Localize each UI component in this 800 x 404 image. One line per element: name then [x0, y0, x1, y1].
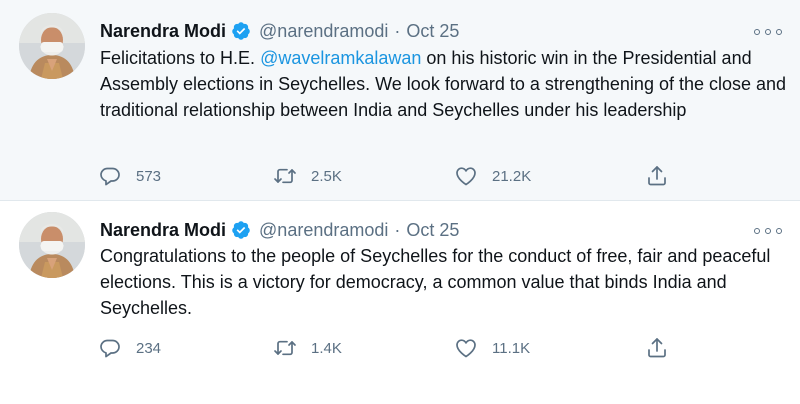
- reply-button[interactable]: 573: [98, 161, 161, 191]
- author-handle[interactable]: @narendramodi: [259, 21, 388, 42]
- tweet-header: Narendra Modi @narendramodi · Oct 25: [100, 218, 459, 242]
- author-handle[interactable]: @narendramodi: [259, 220, 388, 241]
- tweet-actions: 573 2.5K 21.2K: [98, 161, 800, 191]
- reply-button[interactable]: 234: [98, 333, 161, 363]
- share-button[interactable]: [645, 161, 669, 191]
- more-options-icon[interactable]: [754, 221, 782, 241]
- share-icon: [648, 166, 666, 186]
- tweet[interactable]: Narendra Modi @narendramodi · Oct 25 Fel…: [0, 0, 800, 200]
- reply-count: 234: [136, 339, 162, 357]
- verified-badge-icon: [231, 21, 251, 41]
- share-icon: [648, 338, 666, 358]
- tweet-text-part: Felicitations to H.E.: [100, 48, 261, 68]
- author-name[interactable]: Narendra Modi: [100, 220, 226, 241]
- mention-link[interactable]: @wavelramkalawan: [260, 48, 421, 68]
- retweet-button[interactable]: 2.5K: [273, 161, 342, 191]
- share-button[interactable]: [645, 333, 669, 363]
- more-options-icon[interactable]: [754, 22, 782, 42]
- like-count: 21.2K: [492, 167, 532, 185]
- retweet-count: 2.5K: [311, 167, 342, 185]
- reply-icon: [100, 339, 120, 358]
- tweet-text: Felicitations to H.E. @wavelramkalawan o…: [100, 45, 790, 123]
- like-count: 11.1K: [492, 339, 531, 357]
- tweet[interactable]: Narendra Modi @narendramodi · Oct 25 Con…: [0, 201, 800, 404]
- retweet-icon: [274, 340, 296, 356]
- tweet-text: Congratulations to the people of Seychel…: [100, 246, 771, 318]
- separator-dot: ·: [394, 20, 401, 41]
- reply-count: 573: [136, 167, 162, 185]
- reply-icon: [100, 167, 120, 186]
- heart-icon: [456, 339, 476, 358]
- retweet-count: 1.4K: [311, 339, 342, 357]
- separator-dot: ·: [394, 219, 401, 240]
- like-button[interactable]: 11.1K: [454, 333, 530, 363]
- retweet-icon: [274, 168, 296, 184]
- tweet-actions: 234 1.4K 11.1K: [98, 333, 800, 363]
- retweet-button[interactable]: 1.4K: [273, 333, 342, 363]
- tweet-date[interactable]: Oct 25: [406, 21, 459, 42]
- tweet-date[interactable]: Oct 25: [406, 220, 459, 241]
- heart-icon: [456, 167, 476, 186]
- avatar[interactable]: [19, 13, 85, 79]
- tweet-header: Narendra Modi @narendramodi · Oct 25: [100, 19, 459, 43]
- like-button[interactable]: 21.2K: [454, 161, 531, 191]
- author-name[interactable]: Narendra Modi: [100, 21, 226, 42]
- avatar[interactable]: [19, 212, 85, 278]
- verified-badge-icon: [231, 220, 251, 240]
